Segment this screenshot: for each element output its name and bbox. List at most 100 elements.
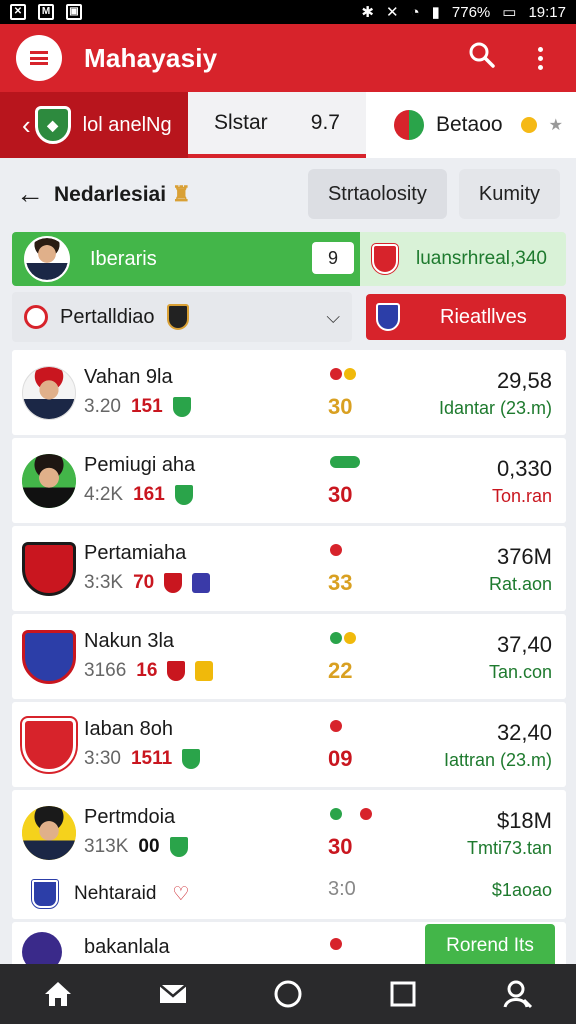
club-shield-icon — [166, 304, 189, 330]
filter-bar: Pertalldiao ⌵ Rieatllves — [12, 292, 566, 342]
sub-entry: Nehtaraid ♡ — [31, 879, 189, 909]
match-score-tab[interactable]: Slstar 9.7 — [188, 92, 366, 158]
list-item[interactable]: Pertmdoia 313K 00 30 $18M Tmti73.tan Neht… — [12, 790, 566, 919]
player-score: 30 — [328, 834, 353, 859]
club-shield-icon — [164, 573, 183, 593]
coin-icon — [520, 117, 537, 133]
club-crest-icon — [22, 542, 76, 596]
list-item[interactable]: Pemiugi aha 4:2K 161 30 0,330 Ton.ran — [12, 438, 566, 523]
player-detail: Iattran (23.m) — [443, 750, 552, 770]
list-item[interactable]: Pertamiaha 3:3K 70 33 376M Rat.aon — [12, 526, 566, 611]
search-icon — [469, 42, 495, 68]
player-score: 33 — [328, 570, 353, 595]
player-name: Iaban 8oh — [84, 718, 173, 740]
player-value: 37,40 — [496, 632, 552, 657]
recents-icon[interactable] — [385, 976, 421, 1012]
form-indicator — [330, 632, 356, 644]
form-indicator — [330, 720, 342, 732]
player-name: Pertmdoia — [84, 806, 176, 828]
player-detail: Rat.aon — [488, 574, 552, 594]
close-notification-icon: ✕ — [10, 4, 26, 20]
filter-chip-kumity[interactable]: Kumity — [458, 169, 560, 219]
chevron-left-icon: ‹ — [22, 109, 31, 140]
form-indicator — [330, 456, 360, 468]
home-circle-icon[interactable] — [270, 976, 306, 1012]
team-right-tab[interactable]: Betaoo ★ — [366, 92, 576, 158]
player-name: Pertamiaha — [84, 542, 187, 564]
player-detail: Ton.ran — [491, 486, 552, 506]
battery-icon: ▭ — [502, 4, 517, 21]
star-icon[interactable]: ★ — [549, 115, 563, 135]
form-indicator — [330, 544, 342, 556]
featured-team-text: luansrhreal,340 — [416, 248, 547, 269]
form-indicator — [330, 938, 342, 950]
player-stats: 4:2K 161 — [84, 484, 193, 506]
club-ring-icon — [24, 305, 48, 329]
back-arrow-icon[interactable]: ← — [16, 178, 46, 210]
club-badge-icon — [195, 661, 214, 681]
mail-icon[interactable] — [155, 976, 191, 1012]
featured-player[interactable]: Iberaris 9 — [12, 232, 360, 286]
bottom-navigation — [0, 964, 576, 1024]
player-detail: Tmti73.tan — [466, 838, 552, 858]
app-bar: Mahayasiy — [0, 24, 576, 92]
section-header: ← Nedarlesiai ♜ Strtaolosity Kumity — [0, 158, 576, 230]
player-score: 09 — [328, 746, 353, 771]
featured-player-name: Iberaris — [90, 247, 157, 270]
player-value: 32,40 — [496, 720, 552, 745]
player-name: Pemiugi aha — [84, 454, 196, 476]
player-stats: 313K 00 — [84, 836, 188, 858]
team-crest-icon — [376, 303, 400, 331]
filter-chip-stability[interactable]: Strtaolosity — [307, 169, 447, 219]
wifi-icon: ◔ — [410, 3, 420, 21]
app-title: Mahayasiy — [84, 42, 218, 73]
featured-player-number: 9 — [312, 242, 354, 274]
player-name: Vahan 9la — [84, 366, 173, 388]
player-score: 30 — [328, 394, 353, 419]
club-crest-icon — [22, 630, 76, 684]
team-select-label: Pertalldiao — [60, 305, 155, 328]
team-crest-icon: ◆ — [34, 106, 71, 144]
team-left-tab[interactable]: ‹ ◆ lol anelNg — [0, 92, 188, 158]
avatar — [22, 454, 76, 508]
status-bar: ✕ M ▣ ✱ ✕ ◔ ▮ 776% ▭ 19:17 — [0, 0, 576, 24]
player-stats: 3:30 1511 — [84, 748, 201, 770]
profile-icon[interactable] — [500, 976, 536, 1012]
match-bar: ‹ ◆ lol anelNg Slstar 9.7 Betaoo ★ — [0, 92, 576, 158]
player-value: $18M — [496, 808, 552, 833]
chevron-down-icon: ⌵ — [326, 306, 340, 327]
hamburger-icon — [30, 51, 48, 65]
list-item[interactable]: Iaban 8oh 3:30 1511 09 32,40 Iattran (23.… — [12, 702, 566, 787]
clock: 19:17 — [528, 3, 566, 21]
relatives-button-label: Rieatllves — [440, 305, 527, 328]
image-notification-icon: ▣ — [66, 4, 82, 20]
menu-button[interactable] — [16, 35, 62, 81]
team-right-crest-icon — [394, 110, 424, 140]
section-title: Nedarlesiai ♜ — [54, 182, 191, 206]
results-button[interactable]: Rorend Its — [425, 924, 555, 968]
player-name: Nakun 3la — [84, 630, 175, 652]
home-icon[interactable] — [40, 976, 76, 1012]
avatar — [22, 806, 76, 860]
player-stats: 3:3K 70 — [84, 572, 211, 594]
list-item[interactable]: Vahan 9la 3.20 151 30 29,58 Idantar (23.m… — [12, 350, 566, 435]
trophy-icon: ♜ — [171, 182, 191, 206]
score-value: 9.7 — [310, 111, 340, 134]
list-item[interactable]: Nakun 3la 3166 16 22 37,40 Tan.con — [12, 614, 566, 699]
club-badge-icon — [192, 573, 211, 593]
team-crest-icon — [371, 243, 399, 275]
club-shield-icon — [172, 397, 191, 417]
team-select-dropdown[interactable]: Pertalldiao ⌵ — [12, 292, 352, 342]
featured-team[interactable]: luansrhreal,340 — [360, 232, 566, 286]
club-crest-icon — [20, 716, 78, 774]
search-button[interactable] — [462, 41, 502, 76]
player-score: 30 — [328, 482, 353, 507]
club-shield-icon — [174, 485, 193, 505]
club-shield-icon — [182, 749, 201, 769]
relatives-button[interactable]: Rieatllves — [366, 294, 566, 340]
player-stats: 3166 16 — [84, 660, 214, 682]
featured-banner[interactable]: Iberaris 9 luansrhreal,340 — [12, 232, 566, 286]
more-options-button[interactable] — [520, 46, 560, 70]
club-shield-icon — [169, 837, 188, 857]
player-value: 29,58 — [496, 368, 552, 393]
